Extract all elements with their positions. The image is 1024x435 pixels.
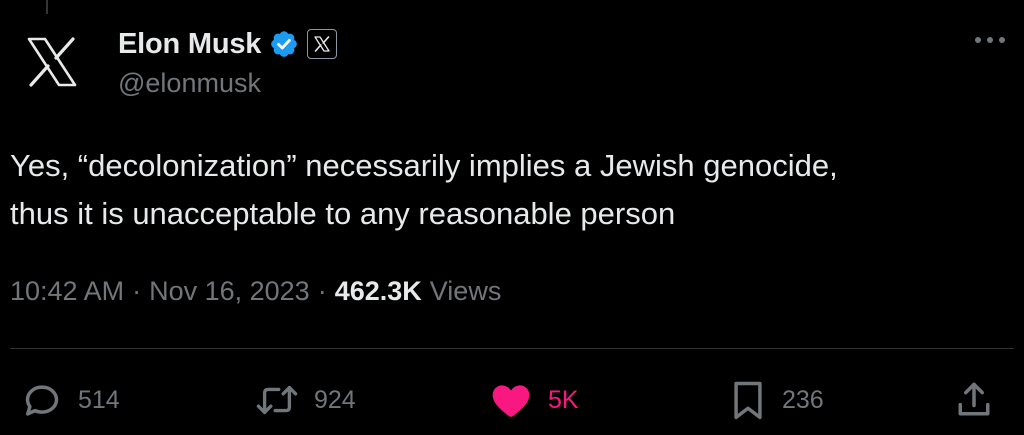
reply-icon [25, 385, 59, 416]
tweet-metadata: 10:42 AM · Nov 16, 2023 · 462.3K Views [10, 276, 501, 307]
tweet-date[interactable]: Nov 16, 2023 [149, 276, 310, 307]
divider [10, 348, 1014, 349]
share-icon [958, 382, 990, 416]
tweet-text: Yes, “decolonization” necessarily implie… [10, 148, 838, 231]
reply-count: 514 [78, 385, 120, 414]
separator-dot: · [317, 276, 327, 306]
like-count: 5K [548, 385, 579, 414]
separator-dot: · [132, 276, 142, 306]
retweet-icon [256, 385, 298, 415]
share-button[interactable] [952, 372, 996, 428]
x-logo-icon [27, 37, 77, 87]
tweet-time[interactable]: 10:42 AM [10, 276, 124, 307]
action-bar: 514 924 5K 236 [0, 372, 1024, 428]
user-handle[interactable]: @elonmusk [118, 68, 261, 99]
views-label: Views [429, 276, 502, 306]
like-button[interactable]: 5K [488, 372, 579, 428]
display-name[interactable]: Elon Musk [118, 28, 261, 61]
avatar[interactable] [20, 30, 84, 94]
thread-line [46, 0, 48, 14]
more-options-icon[interactable] [970, 30, 1010, 50]
repost-count: 924 [314, 385, 356, 414]
repost-button[interactable]: 924 [254, 372, 356, 428]
bookmark-button[interactable]: 236 [728, 372, 824, 428]
views-count[interactable]: 462.3K [335, 276, 422, 307]
author-row: Elon Musk [118, 24, 338, 64]
bookmark-count: 236 [782, 385, 824, 414]
bookmark-icon [734, 381, 762, 420]
heart-icon [492, 385, 530, 417]
reply-button[interactable]: 514 [20, 372, 120, 428]
verified-badge-icon[interactable] [269, 29, 299, 59]
x-affiliate-badge-icon[interactable] [307, 29, 338, 59]
